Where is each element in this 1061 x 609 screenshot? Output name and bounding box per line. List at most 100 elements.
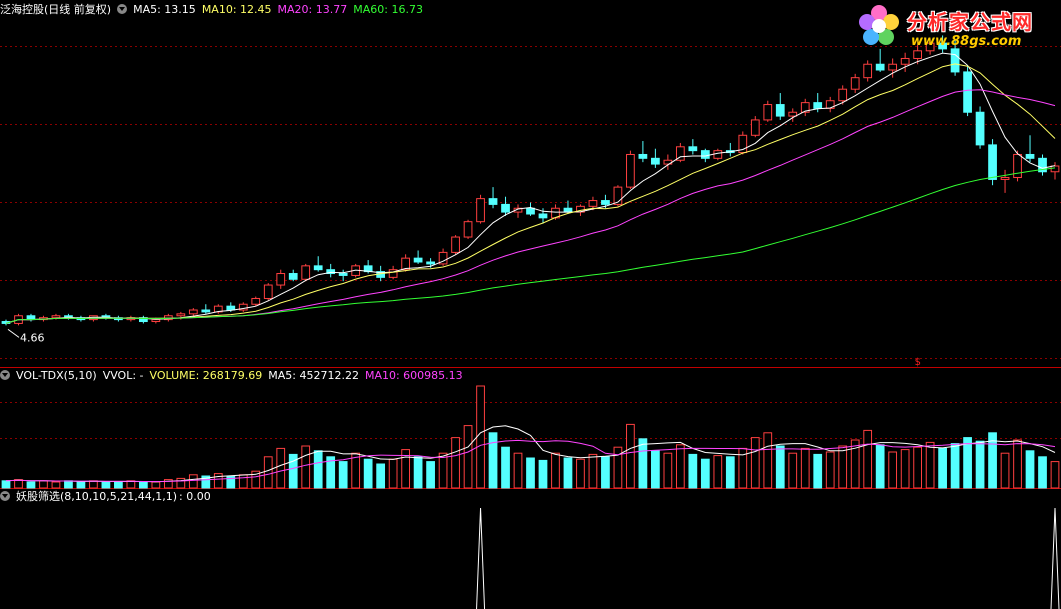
candle-body [488, 198, 498, 205]
volume-bar [338, 461, 348, 489]
stock-name: 泛海控股(日线 前复权) [0, 3, 112, 16]
volume-bar [413, 456, 423, 489]
volume-bar [750, 437, 760, 489]
volume-bar [663, 452, 673, 489]
candle-body [900, 57, 910, 65]
candle-body [251, 297, 261, 305]
candle-body [263, 284, 273, 299]
candle-body [875, 63, 885, 71]
candle-body [838, 88, 848, 102]
signal-spike [476, 507, 486, 609]
volume-bar [563, 457, 573, 489]
candle-body [750, 119, 760, 136]
volume-bar [1000, 452, 1010, 489]
candle-body [601, 200, 610, 205]
volume-label: VOLUME: 268179.69 [149, 369, 263, 382]
volume-bar [576, 458, 585, 489]
candle-body [313, 265, 323, 271]
ma10-label: MA10: 12.45 [201, 3, 272, 16]
ma60-label: MA60: 16.73 [353, 3, 423, 16]
volume-bar [488, 432, 498, 489]
candle-body [713, 150, 723, 159]
low-price-label: 4.66 [20, 331, 45, 344]
volume-bar [938, 447, 947, 489]
candle-body [501, 203, 510, 213]
volume-bar [688, 453, 698, 489]
signal-marker: $ [915, 357, 921, 368]
volume-bar [363, 458, 373, 489]
candle-body [526, 207, 535, 215]
candle-body [338, 273, 348, 276]
candle-body [176, 313, 186, 317]
volume-bar [501, 446, 510, 489]
volume-bar [601, 456, 610, 489]
volume-bar [388, 458, 398, 489]
signal-settings-icon[interactable] [0, 491, 10, 501]
candle-body [775, 104, 785, 117]
volume-bar [963, 437, 972, 489]
volume-bar [213, 473, 223, 489]
ma60-line [5, 167, 1056, 324]
volume-bar [376, 463, 386, 489]
volume-bar [775, 445, 785, 489]
volume-bar [875, 444, 885, 489]
signal-value: : 0.00 [179, 490, 211, 503]
ma5-label: MA5: 13.15 [133, 3, 196, 16]
candle-body [563, 207, 573, 213]
vvol-label: VVOL: - [102, 369, 144, 382]
volume-bar [925, 441, 935, 489]
volume-bar [463, 425, 473, 489]
volume-bar [838, 445, 848, 489]
candle-body [626, 153, 635, 188]
stock-chart[interactable]: 4.66 $ [0, 0, 1061, 609]
volume-bar [651, 450, 660, 489]
candle-body [588, 200, 598, 207]
volume-bar [426, 461, 435, 489]
volume-bar [313, 450, 323, 489]
volume-bar [588, 453, 598, 489]
watermark-name: 分析家公式网 [907, 10, 1033, 34]
volume-bar [863, 429, 873, 489]
volume-bar [26, 481, 36, 489]
watermark-url: www.88gs.com [911, 34, 1022, 49]
candle-body [651, 157, 660, 165]
candle-body [288, 273, 298, 280]
candle-body [988, 144, 997, 180]
candle-body [1025, 153, 1035, 159]
candle-body [963, 71, 972, 113]
volume-bar [89, 480, 98, 489]
settings-toggle-icon[interactable] [117, 4, 128, 14]
volume-bar [800, 447, 810, 489]
volume-bar [114, 481, 123, 489]
candle-body [638, 153, 648, 159]
candle-body [1050, 165, 1060, 173]
volume-bar [900, 449, 910, 489]
candle-body [888, 63, 898, 71]
volume-bar [1025, 450, 1035, 489]
volume-bar [1038, 456, 1047, 489]
volume-bar [301, 445, 311, 489]
signal-panel-header: 妖股筛选(8,10,10,5,21,44,1,1): 0.00 [0, 489, 217, 505]
volume-bar [913, 446, 923, 489]
volume-bar [551, 452, 560, 489]
candle-body [850, 77, 860, 90]
volume-bar [14, 479, 23, 489]
candle-body [151, 319, 161, 323]
volume-bar [1013, 439, 1022, 489]
signal-indicator-name: 妖股筛选(8,10,10,5,21,44,1,1) [16, 490, 178, 503]
volume-bar [138, 481, 148, 489]
volume-bar [76, 481, 86, 489]
volume-bar [526, 457, 535, 489]
volume-settings-icon[interactable] [0, 370, 10, 380]
watermark-logo: 分析家公式网 www.88gs.com [855, 2, 1055, 54]
volume-bar [813, 453, 823, 489]
volume-bar [263, 456, 273, 489]
volume-bar [888, 451, 898, 489]
candle-body [413, 257, 423, 263]
vol-ma10-label: MA10: 600985.13 [364, 369, 463, 382]
candle-body [276, 273, 286, 286]
volume-bar [276, 447, 286, 489]
vol-ma5-label: MA5: 452712.22 [268, 369, 359, 382]
volume-bar [975, 440, 985, 489]
volume-bar [39, 480, 48, 489]
